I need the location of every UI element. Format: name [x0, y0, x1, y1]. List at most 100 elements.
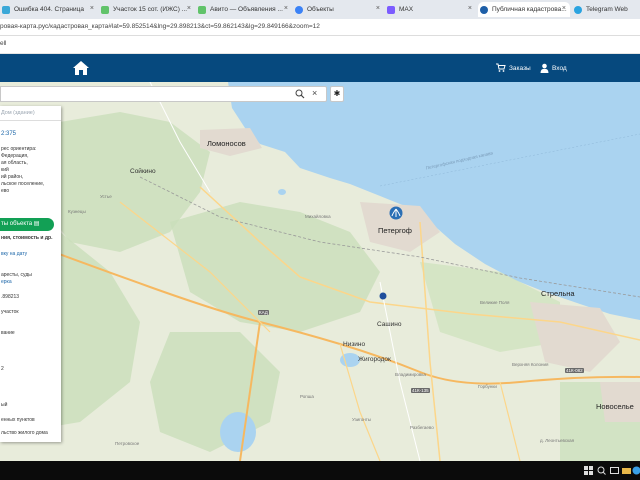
place-label: Владимировка [395, 372, 426, 377]
objects-icon [295, 5, 303, 14]
home-button[interactable] [72, 60, 90, 76]
number-value: 2 [1, 366, 4, 372]
address-line: кий [1, 167, 9, 173]
place-label: д. Леонтьевская [540, 438, 575, 443]
tab-telegram[interactable]: Telegram Web [572, 2, 640, 17]
place-label: Сойкино [130, 168, 156, 175]
tab-error-404[interactable]: Ошибка 404. Страница × [0, 2, 98, 17]
tab-objects[interactable]: Объекты × [293, 2, 384, 17]
map-canvas[interactable]: Ломоносов Петергоф Стрельна Новоселье Со… [0, 82, 640, 461]
tab-max[interactable]: MAX × [385, 2, 476, 17]
place-label: Великие Поля [480, 300, 510, 305]
permitted-use: льство жилого дома [1, 430, 48, 436]
place-label: Сашино [377, 321, 402, 328]
bookmarks-bar: ell [0, 36, 640, 54]
lake [278, 189, 286, 195]
telegram-icon [574, 5, 582, 14]
tab-building[interactable]: Дом (здание) [1, 110, 35, 116]
address-line: ево [1, 188, 10, 194]
land-category: енных пунктов [1, 417, 35, 423]
tab-label: Участок 15 сот. (ИЖС) ... [113, 6, 188, 13]
object-type: участок [1, 309, 19, 315]
lake [220, 412, 256, 452]
map-settings-button[interactable]: ✱ [330, 86, 344, 102]
map-base [0, 82, 640, 461]
tab-label: Ошибка 404. Страница [14, 6, 84, 13]
tab-label: Публичная кадастрова... [492, 6, 567, 13]
avito-icon [101, 5, 109, 14]
address-line: льское поселение, [1, 181, 45, 187]
avito-icon [198, 5, 206, 14]
taskbar [0, 461, 640, 480]
place-label: Разбегаево [410, 425, 434, 430]
place-label: Горбунки [478, 384, 497, 389]
tab-plot-listing[interactable]: Участок 15 сот. (ИЖС) ... × [99, 2, 195, 17]
search-input[interactable] [3, 88, 289, 100]
panel-tab[interactable]: Дом (здание) [0, 106, 61, 121]
tab-cadastral-map[interactable]: Публичная кадастрова... × [478, 2, 570, 17]
place-label: Новоселье [596, 402, 634, 411]
browser-tab-bar: Ошибка 404. Страница × Участок 15 сот. (… [0, 0, 640, 19]
place-label: Петергоф [378, 226, 412, 235]
address-line: рес ориентира: [1, 146, 37, 152]
place-label: Узигонты [352, 417, 372, 422]
files-icon[interactable] [622, 466, 631, 475]
place-label: Верхняя Колония [512, 362, 549, 367]
road [499, 381, 521, 461]
place-label: Михайловка [305, 214, 331, 219]
url-text[interactable]: ровая-карта.рус/кадастровая_карта#lat=59… [0, 23, 320, 30]
search-icon[interactable] [295, 89, 305, 99]
tab-label: Telegram Web [586, 6, 628, 13]
close-icon[interactable]: × [187, 5, 191, 12]
user-icon [540, 63, 549, 73]
bookmark-item[interactable]: ell [0, 40, 7, 47]
clear-icon[interactable]: × [312, 88, 317, 98]
status-value: ый [1, 402, 8, 408]
forest-area [170, 202, 380, 332]
cadastral-number[interactable]: 2:375 [1, 131, 16, 137]
orders-label: Заказы [509, 64, 531, 72]
object-details-button[interactable]: ты объекта ▤ [0, 218, 54, 231]
close-icon[interactable]: × [562, 5, 566, 12]
purpose-value: вание [1, 330, 15, 336]
fountain-icon[interactable] [389, 206, 403, 220]
check-link[interactable]: ерка [1, 279, 12, 285]
task-view-icon[interactable] [610, 466, 619, 475]
max-icon [387, 5, 395, 14]
coordinate-value: .898213 [1, 294, 20, 300]
object-hint: ния, стоимость и др. [1, 235, 53, 241]
orders-button[interactable]: Заказы [496, 62, 531, 74]
address-line: ий район, [1, 174, 24, 180]
place-label: Ропша [300, 394, 314, 399]
search-icon[interactable] [597, 466, 606, 475]
road-shield: 41К-082 [565, 368, 584, 373]
tab-avito[interactable]: Авито — Объявления ... × [196, 2, 292, 17]
address-line: Федерация, [1, 153, 29, 159]
road-shield: 41К-135 [411, 388, 430, 393]
document-icon: ▤ [33, 221, 40, 227]
cadastral-icon [480, 5, 488, 14]
place-label: Устье [100, 194, 112, 199]
login-label: Вход [552, 64, 567, 72]
address-bar[interactable]: ровая-карта.рус/кадастровая_карта#lat=59… [0, 19, 640, 36]
object-info-panel: Дом (здание) 2:375 рес ориентира: Федера… [0, 106, 61, 442]
place-label: Низино [343, 341, 366, 348]
place-label: Кузнецы [68, 209, 86, 214]
object-details-label: ты объекта [1, 221, 33, 227]
arrests-text: аресты, суды [1, 272, 32, 278]
location-marker-icon[interactable] [379, 292, 387, 300]
date-statement-link[interactable]: вку на дату [1, 251, 27, 257]
login-button[interactable]: Вход [540, 62, 567, 74]
tab-label: Объекты [307, 6, 334, 13]
place-label: Петровское [115, 441, 140, 446]
forest-area [150, 332, 280, 452]
close-icon[interactable]: × [376, 5, 380, 12]
close-icon[interactable]: × [90, 5, 94, 12]
close-icon[interactable]: × [468, 5, 472, 12]
place-label: Жигородок [358, 356, 391, 363]
browser-icon[interactable] [632, 466, 640, 475]
windows-icon[interactable] [584, 466, 593, 475]
search-bar: × [0, 86, 327, 102]
road-shield: КАД [258, 310, 269, 315]
close-icon[interactable]: × [284, 5, 288, 12]
